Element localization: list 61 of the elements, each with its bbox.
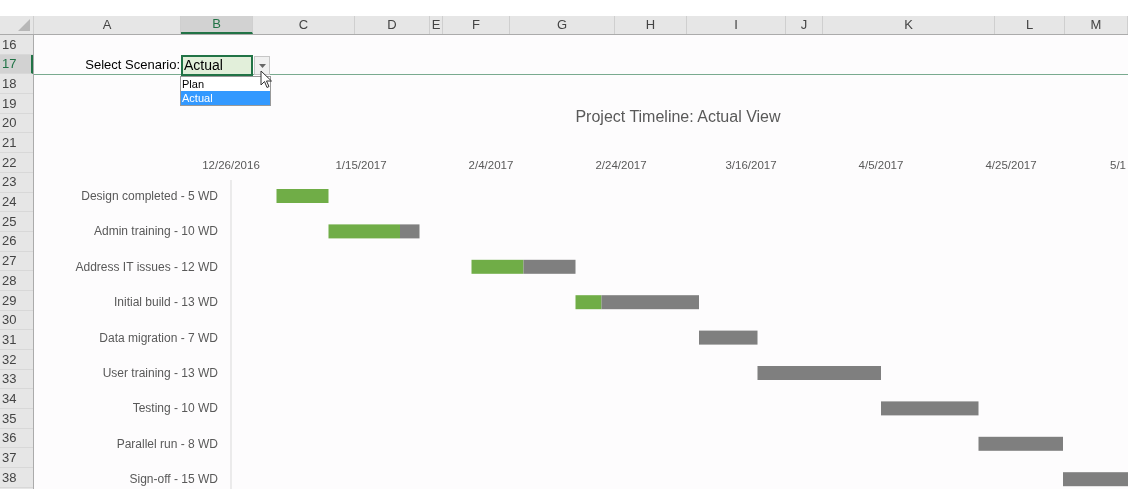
caret-icon [258,63,266,68]
task-label: User training - 13 WD [102,366,218,380]
gantt-bar [699,330,758,345]
column-header[interactable]: B [181,16,253,34]
row-header[interactable]: 29 [0,290,33,311]
row-header[interactable]: 16 [0,35,33,55]
column-header[interactable]: H [615,16,687,34]
row-header[interactable]: 18 [0,74,33,95]
row-header[interactable]: 33 [0,369,33,390]
column-header[interactable]: M [1065,16,1128,34]
task-label: Address IT issues - 12 WD [75,259,218,274]
column-header[interactable]: I [687,16,786,34]
row-header[interactable]: 24 [0,192,33,213]
task-label: Sign-off - 15 WD [129,472,218,487]
row-header[interactable]: 17 [0,54,33,75]
dropdown-button[interactable] [254,56,270,75]
task-label: Design completed - 5 WD [81,189,218,203]
date-label: 2/24/2017 [595,159,647,171]
row-header[interactable]: 27 [0,251,33,272]
row-header[interactable]: 28 [0,271,33,291]
date-label: 1/15/2017 [335,159,387,171]
column-header[interactable]: K [823,16,995,34]
scenario-label: Select Scenario: [85,55,180,74]
task-label: Data migration - 7 WD [99,330,218,345]
gantt-bar [276,189,329,203]
row-header[interactable]: 32 [0,350,33,370]
task-label: Initial build - 13 WD [113,295,218,310]
task-label: Admin training - 10 WD [93,224,218,239]
row-header[interactable]: 35 [0,409,33,429]
row-header[interactable]: 36 [0,428,33,449]
task-label: Testing - 10 WD [132,401,218,416]
column-header[interactable]: F [443,16,510,34]
column-header[interactable]: G [510,16,615,34]
scenario-field[interactable]: Actual [181,55,253,76]
row-header[interactable]: 30 [0,310,33,331]
row-header[interactable]: 22 [0,153,33,173]
row-header[interactable]: 26 [0,231,33,252]
chart-title: Project Timeline: Actual View [575,108,781,125]
column-header[interactable]: C [253,16,355,34]
date-label: 2/4/2017 [468,159,514,171]
column-header[interactable]: J [786,16,823,34]
row-header[interactable]: 20 [0,113,33,134]
date-label: 4/25/2017 [985,159,1037,171]
row-header[interactable]: 38 [0,468,33,488]
row-header[interactable]: 25 [0,212,33,232]
date-label: 12/26/2016 [202,159,260,171]
row-header[interactable]: 19 [0,94,33,114]
corner-triangle-icon [18,19,30,31]
row-header[interactable]: 37 [0,448,33,469]
row-header[interactable]: 23 [0,172,33,193]
row-header[interactable]: 21 [0,133,33,154]
date-label: 5/1 [1110,159,1126,171]
row-header[interactable]: 34 [0,389,33,410]
gantt-bar [1063,472,1128,487]
column-header[interactable]: D [355,16,430,34]
row-header[interactable]: 31 [0,330,33,350]
task-label: Parallel run - 8 WD [116,436,218,451]
column-header[interactable]: L [995,16,1065,34]
column-header[interactable]: E [430,16,443,34]
date-label: 4/5/2017 [858,159,904,171]
date-label: 3/16/2017 [725,159,777,171]
